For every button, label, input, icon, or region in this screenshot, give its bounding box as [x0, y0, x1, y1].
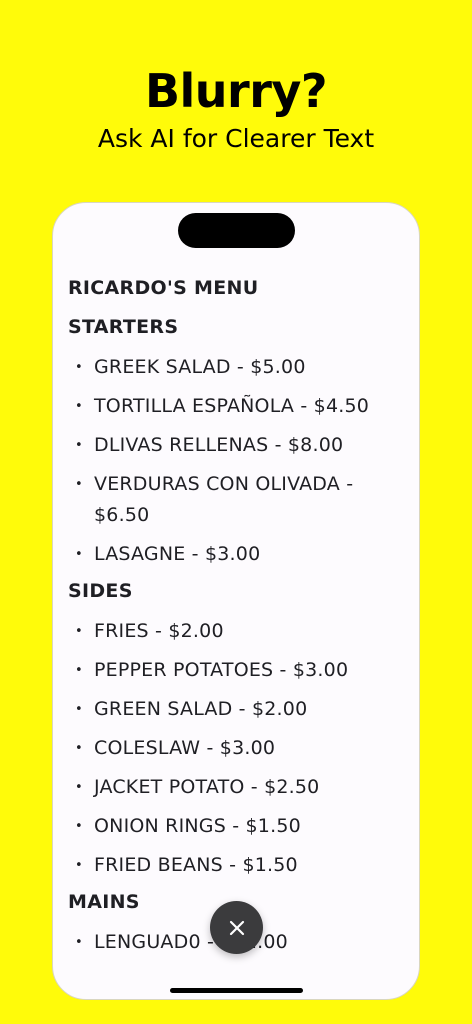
sides-list: • FRIES - $2.00 • PEPPER POTATOES - $3.00 … [68, 616, 408, 881]
promo-subheadline: Ask AI for Clearer Text [97, 124, 375, 153]
item-text: FRIED BEANS - $1.50 [94, 854, 298, 876]
section-title-starters: STARTERS [68, 316, 179, 338]
list-item: • DLIVAS RELLENAS - $8.00 [68, 430, 408, 461]
item-text: ONION RINGS - $1.50 [94, 815, 301, 837]
bullet: • [75, 819, 83, 834]
bullet: • [75, 780, 83, 795]
bullet: • [75, 858, 83, 873]
bullet: • [75, 935, 83, 950]
list-item: • GREEK SALAD - $5.00 [68, 352, 408, 383]
item-text: PEPPER POTATOES - $3.00 [94, 659, 349, 681]
list-item: • COLESLAW - $3.00 [68, 733, 408, 764]
bullet: • [75, 477, 83, 492]
item-text: GREEK SALAD - $5.00 [94, 356, 306, 378]
item-text: COLESLAW - $3.00 [94, 737, 276, 759]
bullet: • [75, 702, 83, 717]
bullet: • [75, 360, 83, 375]
bullet: • [75, 663, 83, 678]
item-text: DLIVAS RELLENAS - $8.00 [94, 434, 344, 456]
dynamic-island [178, 213, 295, 248]
list-item: • JACKET POTATO - $2.50 [68, 772, 408, 803]
promo-headline: Blurry? [144, 64, 328, 118]
list-item: • ONION RINGS - $1.50 [68, 811, 408, 842]
bullet: • [75, 399, 83, 414]
home-indicator[interactable] [170, 988, 303, 993]
item-text: TORTILLA ESPAÑOLA - $4.50 [94, 395, 370, 417]
bullet: • [75, 438, 83, 453]
item-text: LASAGNE - $3.00 [94, 543, 261, 565]
close-icon [229, 920, 244, 935]
promo-page: Blurry? Ask AI for Clearer Text RICARDO'… [0, 0, 472, 1024]
menu-text-content: RICARDO'S MENU STARTERS • GREEK SALAD - $… [68, 275, 408, 966]
bullet: • [75, 624, 83, 639]
list-item: • FRIES - $2.00 [68, 616, 408, 647]
close-button[interactable] [210, 901, 263, 954]
menu-title: RICARDO'S MENU [68, 277, 259, 299]
section-title-sides: SIDES [68, 580, 133, 602]
bullet: • [75, 547, 83, 562]
item-text: VERDURAS CON OLIVADA - $6.50 [94, 473, 354, 526]
item-text: FRIES - $2.00 [94, 620, 224, 642]
starters-list: • GREEK SALAD - $5.00 • TORTILLA ESPAÑOLA … [68, 352, 408, 570]
item-text: JACKET POTATO - $2.50 [94, 776, 320, 798]
list-item: • PEPPER POTATOES - $3.00 [68, 655, 408, 686]
list-item: • TORTILLA ESPAÑOLA - $4.50 [68, 391, 408, 422]
list-item: • GREEN SALAD - $2.00 [68, 694, 408, 725]
phone-frame: RICARDO'S MENU STARTERS • GREEK SALAD - $… [52, 202, 420, 1000]
list-item: • FRIED BEANS - $1.50 [68, 850, 408, 881]
list-item: • VERDURAS CON OLIVADA - $6.50 [68, 469, 408, 531]
list-item: • LASAGNE - $3.00 [68, 539, 408, 570]
item-text: GREEN SALAD - $2.00 [94, 698, 308, 720]
bullet: • [75, 741, 83, 756]
